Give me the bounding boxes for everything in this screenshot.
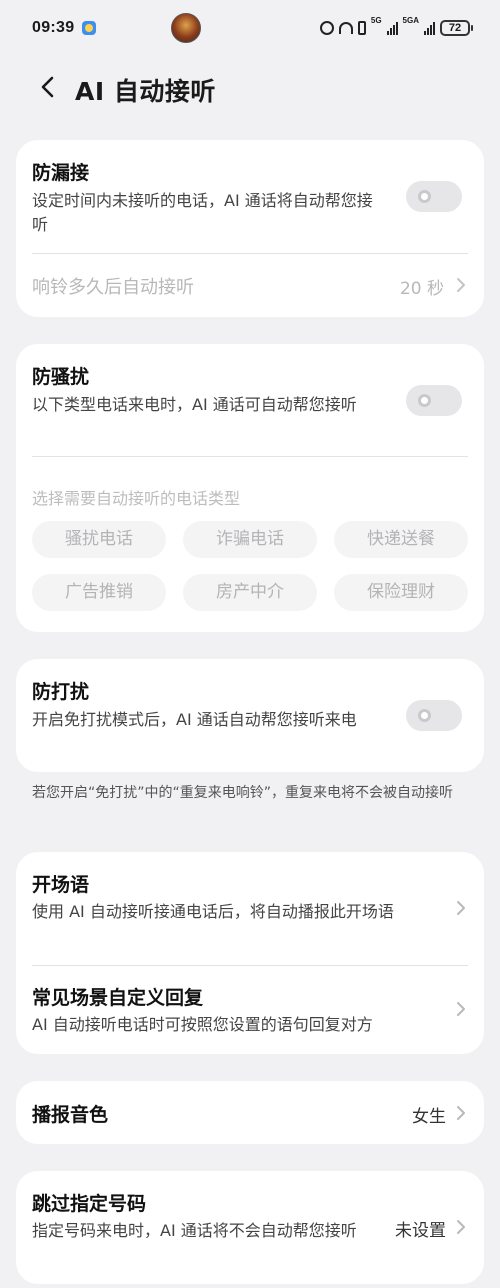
greeting-title: 开场语 xyxy=(32,874,90,896)
chip-advertising[interactable]: 广告推销 xyxy=(32,574,166,611)
ring-duration-value: 20 秒 xyxy=(399,279,444,299)
nav-bar: AI 自动接听 xyxy=(0,62,500,114)
divider xyxy=(32,456,468,457)
alarm-icon xyxy=(319,21,334,35)
anti-harass-desc: 以下类型电话来电时，AI 通话可自动帮您接听 xyxy=(32,395,357,414)
custom-reply-desc: AI 自动接听电话时可按照您设置的语句回复对方 xyxy=(32,1015,373,1034)
ring-duration-label: 响铃多久后自动接听 xyxy=(32,277,194,298)
chip-real-estate[interactable]: 房产中介 xyxy=(183,574,317,611)
voice-value: 女生 xyxy=(412,1107,446,1127)
chip-harassment-call[interactable]: 骚扰电话 xyxy=(32,521,166,558)
skip-numbers-card[interactable]: 跳过指定号码 指定号码来电时，AI 通话将不会自动帮您接听 未设置 xyxy=(16,1171,484,1284)
dnd-toggle[interactable] xyxy=(406,700,462,731)
voice-card[interactable]: 播报音色 女生 xyxy=(16,1081,484,1144)
status-icons: 5G 5GA 72 xyxy=(319,16,473,39)
toggle-knob xyxy=(418,394,431,407)
toggle-knob xyxy=(418,709,431,722)
back-arrow-icon[interactable] xyxy=(38,76,60,98)
battery-icon: 72 xyxy=(440,20,473,36)
dnd-title: 防打扰 xyxy=(32,681,90,703)
page-title: AI 自动接听 xyxy=(75,77,216,106)
skip-numbers-value: 未设置 xyxy=(395,1221,446,1241)
anti-harass-title: 防骚扰 xyxy=(32,366,90,388)
greeting-desc: 使用 AI 自动接听接通电话后，将自动播报此开场语 xyxy=(32,902,394,921)
network-type-1: 5G xyxy=(370,16,382,25)
skip-numbers-desc: 指定号码来电时，AI 通话将不会自动帮您接听 xyxy=(32,1221,357,1240)
chevron-right-icon xyxy=(457,1106,465,1120)
chip-fraud-call[interactable]: 诈骗电话 xyxy=(183,521,317,558)
dnd-row: 防打扰 开启免打扰模式后，AI 通话自动帮您接听来电 xyxy=(32,677,382,732)
device-battery-icon xyxy=(357,21,366,35)
anti-harass-toggle[interactable] xyxy=(406,385,462,416)
avatar xyxy=(171,13,201,43)
skip-numbers-title: 跳过指定号码 xyxy=(32,1193,147,1215)
dnd-card: 防打扰 开启免打扰模式后，AI 通话自动帮您接听来电 xyxy=(16,659,484,772)
status-time: 09:39 xyxy=(32,19,75,36)
missed-call-row: 防漏接 设定时间内未接听的电话，AI 通话将自动帮您接听 xyxy=(32,158,382,237)
weather-icon xyxy=(82,21,96,35)
reply-settings-card: 开场语 使用 AI 自动接听接通电话后，将自动播报此开场语 常见场景自定义回复 … xyxy=(16,852,484,1054)
missed-call-title: 防漏接 xyxy=(32,162,90,184)
headset-icon xyxy=(338,22,353,34)
signal-icon-2 xyxy=(424,21,435,35)
chip-delivery[interactable]: 快递送餐 xyxy=(334,521,468,558)
ring-duration-row[interactable]: 响铃多久后自动接听 20 秒 xyxy=(32,253,468,317)
status-bar: 09:39 5G 5GA 72 xyxy=(0,0,500,56)
missed-call-desc: 设定时间内未接听的电话，AI 通话将自动帮您接听 xyxy=(32,191,373,234)
chevron-right-icon xyxy=(457,1002,465,1016)
dnd-note: 若您开启“免打扰”中的“重复来电响铃”，重复来电将不会被自动接听 xyxy=(32,785,454,801)
custom-reply-title: 常见场景自定义回复 xyxy=(32,987,204,1009)
greeting-row[interactable]: 开场语 使用 AI 自动接听接通电话后，将自动播报此开场语 xyxy=(32,852,468,965)
voice-title: 播报音色 xyxy=(32,1104,109,1126)
chevron-right-icon xyxy=(457,901,465,915)
chevron-right-icon xyxy=(457,1220,465,1234)
custom-reply-row[interactable]: 常见场景自定义回复 AI 自动接听电话时可按照您设置的语句回复对方 xyxy=(32,965,468,1054)
missed-call-toggle[interactable] xyxy=(406,181,462,212)
anti-harass-card: 防骚扰 以下类型电话来电时，AI 通话可自动帮您接听 选择需要自动接听的电话类型… xyxy=(16,344,484,632)
anti-harass-row: 防骚扰 以下类型电话来电时，AI 通话可自动帮您接听 xyxy=(32,362,382,417)
chip-insurance[interactable]: 保险理财 xyxy=(334,574,468,611)
toggle-knob xyxy=(418,190,431,203)
call-type-section-label: 选择需要自动接听的电话类型 xyxy=(32,489,241,508)
chevron-right-icon xyxy=(457,278,465,292)
network-type-2: 5GA xyxy=(402,16,419,25)
dnd-desc: 开启免打扰模式后，AI 通话自动帮您接听来电 xyxy=(32,710,357,729)
missed-call-card: 防漏接 设定时间内未接听的电话，AI 通话将自动帮您接听 响铃多久后自动接听 2… xyxy=(16,140,484,317)
signal-icon xyxy=(386,21,398,35)
